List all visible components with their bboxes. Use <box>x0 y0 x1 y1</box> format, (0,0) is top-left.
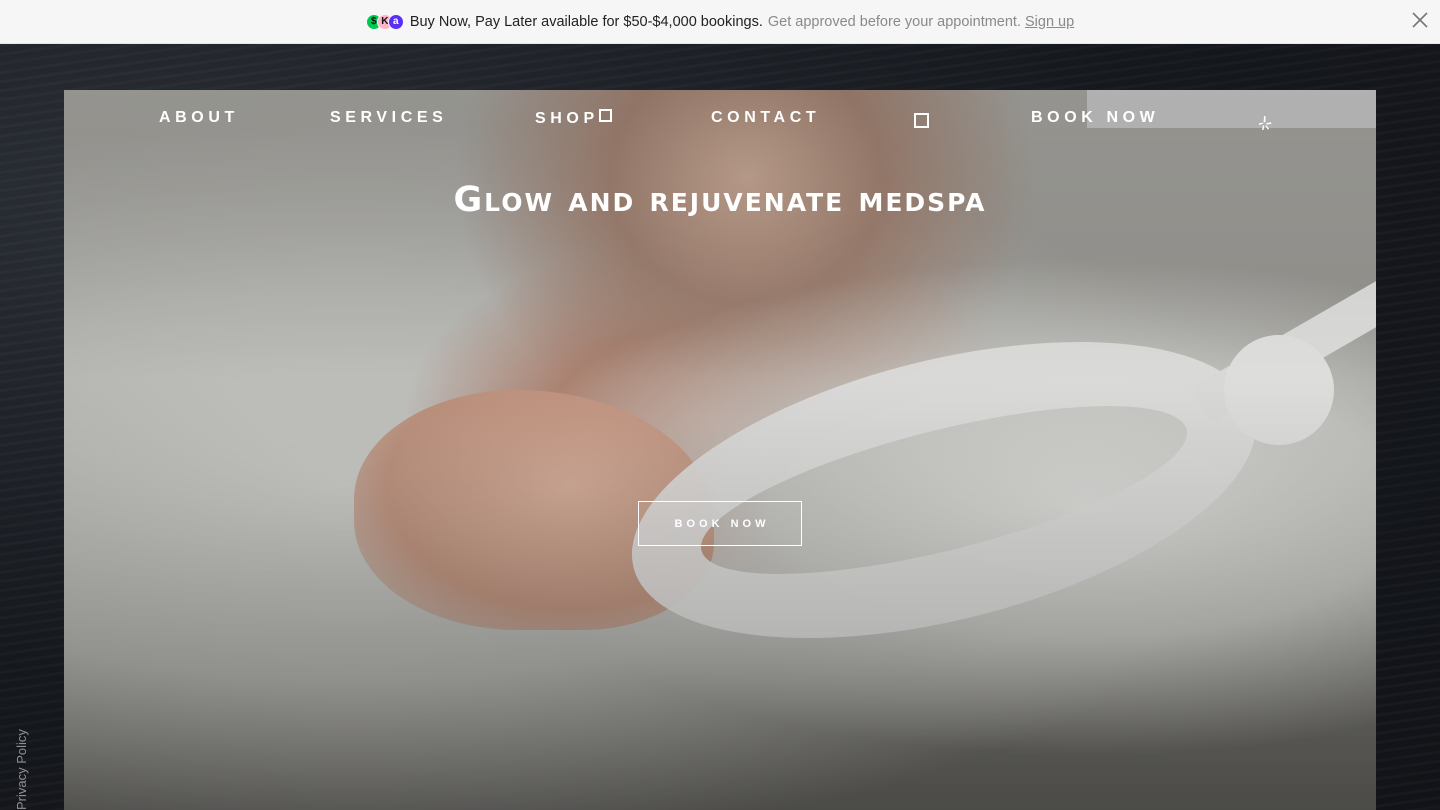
privacy-policy-link[interactable]: Privacy Policy <box>14 729 29 810</box>
box-icon[interactable] <box>914 113 929 128</box>
nav-shop[interactable]: SHOP <box>535 109 612 128</box>
bnpl-banner: $ K a Buy Now, Pay Later available for $… <box>0 0 1440 44</box>
nav-book-now[interactable]: BOOK NOW <box>1031 109 1159 127</box>
book-now-button[interactable]: BOOK NOW <box>638 501 802 546</box>
nav-services[interactable]: SERVICES <box>330 109 447 127</box>
nav-about[interactable]: ABOUT <box>159 109 239 127</box>
signup-link[interactable]: Sign up <box>1025 14 1074 30</box>
yelp-icon[interactable] <box>1257 115 1273 131</box>
banner-secondary-text: Get approved before your appointment. <box>767 13 1021 30</box>
bnpl-provider-logos: $ K a <box>365 13 404 30</box>
nav-contact[interactable]: CONTACT <box>711 109 820 127</box>
affirm-logo-icon: a <box>387 13 404 30</box>
box-icon <box>598 109 612 122</box>
page-title: Glow and rejuvenate medspa <box>453 180 987 220</box>
nav-shop-label: SHOP <box>535 110 599 127</box>
hero-section: ABOUT SERVICES SHOP CONTACT BOOK NOW Glo… <box>64 90 1376 810</box>
banner-main-text: Buy Now, Pay Later available for $50-$4,… <box>409 13 763 30</box>
close-icon[interactable] <box>1410 10 1430 30</box>
main-nav: ABOUT SERVICES SHOP CONTACT BOOK NOW <box>64 90 1376 150</box>
